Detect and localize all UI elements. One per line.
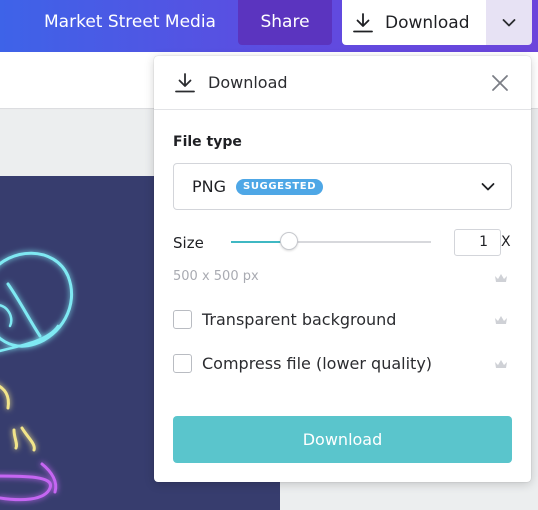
file-type-value: PNG (192, 177, 227, 196)
download-options-toggle[interactable] (486, 0, 532, 45)
compress-file-label: Compress file (lower quality) (202, 354, 433, 373)
share-button[interactable]: Share (238, 0, 332, 45)
transparent-background-label: Transparent background (202, 310, 397, 329)
top-bar: Market Street Media Share Download (0, 0, 538, 52)
file-type-select[interactable]: PNG SUGGESTED (173, 163, 512, 210)
file-type-label: File type (173, 134, 242, 150)
close-icon[interactable] (490, 73, 510, 93)
download-icon (175, 72, 195, 92)
size-slider[interactable] (231, 232, 431, 250)
crown-icon (495, 274, 507, 282)
download-button[interactable]: Download (342, 0, 486, 45)
crown-icon (495, 316, 507, 324)
download-icon (353, 12, 373, 32)
chevron-down-icon (481, 183, 495, 191)
transparent-background-checkbox[interactable] (173, 310, 192, 329)
download-panel-title: Download (208, 73, 288, 92)
download-panel: Download File type PNG SUGGESTED Size 1 … (154, 56, 531, 482)
size-multiplier: X (501, 234, 511, 250)
compress-file-checkbox[interactable] (173, 354, 192, 373)
download-confirm-button[interactable]: Download (173, 416, 512, 463)
crown-icon (495, 360, 507, 368)
chevron-down-icon (502, 18, 516, 26)
slider-thumb[interactable] (280, 232, 298, 250)
size-label: Size (173, 234, 204, 252)
compress-file-option[interactable]: Compress file (lower quality) (173, 354, 432, 373)
dimensions-text: 500 x 500 px (173, 269, 259, 284)
brand-name[interactable]: Market Street Media (44, 0, 216, 45)
transparent-background-option[interactable]: Transparent background (173, 310, 396, 329)
download-panel-header: Download (154, 56, 531, 110)
size-input[interactable]: 1 (454, 229, 501, 256)
download-button-label: Download (385, 12, 470, 33)
suggested-badge: SUGGESTED (236, 178, 324, 195)
